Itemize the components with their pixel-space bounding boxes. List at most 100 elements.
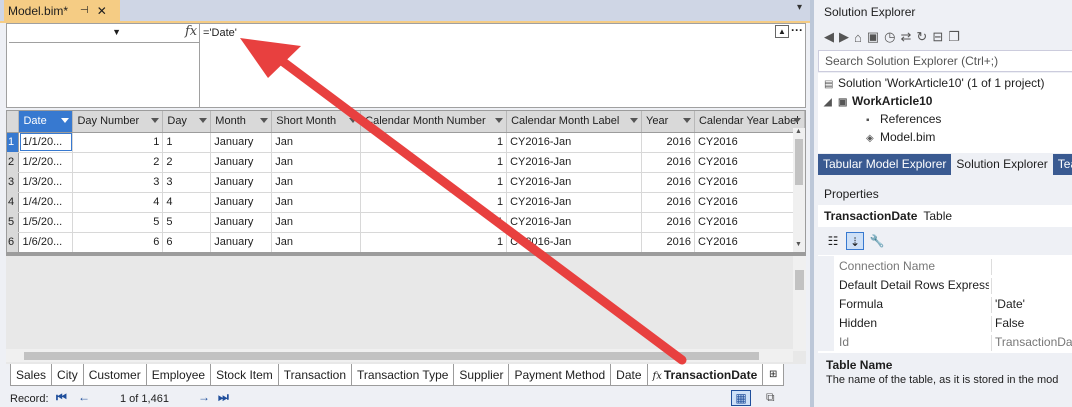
table-cell[interactable]: CY2016-Jan [506, 212, 643, 233]
history-icon[interactable]: ◷ [884, 29, 895, 45]
table-cell[interactable]: January [210, 232, 273, 252]
grid-view-button[interactable]: ▦ [731, 390, 751, 406]
table-cell[interactable]: Jan [271, 152, 362, 173]
sheet-tab[interactable]: Supplier [453, 364, 510, 386]
table-cell[interactable]: 6 [162, 232, 212, 252]
table-cell[interactable]: 2016 [641, 152, 695, 173]
tree-item-model-bim[interactable]: ◈ Model.bim [866, 130, 935, 144]
row-number[interactable]: 1 [7, 132, 20, 153]
table-cell[interactable]: January [210, 132, 273, 153]
explorer-tab[interactable]: Tabular Model Explorer [818, 154, 951, 175]
table-cell[interactable]: January [210, 152, 273, 173]
expand-icon[interactable]: ◢ [824, 97, 838, 108]
filter-dropdown-icon[interactable] [151, 118, 160, 123]
sheet-tab[interactable]: Employee [145, 364, 212, 386]
table-cell[interactable]: 4 [72, 192, 164, 213]
property-value[interactable] [991, 259, 1072, 275]
scroll-down-icon[interactable]: ▼ [795, 241, 802, 248]
refresh-icon[interactable]: ↻ [916, 29, 927, 45]
horizontal-scrollbar[interactable] [6, 349, 793, 362]
table-cell[interactable]: 1 [360, 132, 508, 153]
sheet-tab[interactable]: Transaction Type [351, 364, 455, 386]
property-pages-icon[interactable]: 🔧 [868, 232, 886, 250]
table-cell[interactable]: CY2016 [694, 152, 805, 173]
column-header[interactable]: Date [18, 111, 74, 133]
property-row[interactable]: Default Detail Rows Expressi [818, 275, 1072, 294]
table-cell[interactable]: 6 [72, 232, 164, 252]
pin-icon[interactable]: ⊣ [80, 5, 89, 16]
table-row[interactable]: 4 1/4/20... 4 4 January Jan 1 CY2016-Jan 2016 CY2… [7, 192, 805, 213]
table-cell[interactable]: 2016 [641, 232, 695, 252]
more-icon[interactable]: ··· [791, 23, 803, 37]
table-cell[interactable]: 1 [162, 132, 212, 153]
filter-dropdown-icon[interactable] [260, 118, 269, 123]
sync-icon[interactable]: ⇄ [901, 29, 912, 45]
table-cell[interactable]: 2 [162, 152, 212, 173]
table-cell[interactable]: January [210, 192, 273, 213]
table-cell[interactable]: 2016 [641, 192, 695, 213]
column-header[interactable]: Year [641, 111, 695, 133]
row-number[interactable]: 4 [7, 192, 20, 213]
column-header[interactable]: Calendar Year Label [694, 111, 805, 133]
table-cell[interactable]: CY2016-Jan [506, 192, 643, 213]
explorer-tab[interactable]: Solution Explorer [951, 154, 1053, 175]
sheet-tab[interactable]: Stock Item [210, 364, 279, 386]
table-cell[interactable]: 1 [360, 192, 508, 213]
sheet-tab[interactable]: Sales [10, 364, 53, 386]
table-cell[interactable]: 1/1/20... [18, 132, 74, 153]
property-value[interactable]: 'Date' [991, 297, 1072, 313]
add-table-icon[interactable]: ⊞ [762, 364, 785, 386]
first-record-icon[interactable]: ⏮ [56, 390, 67, 405]
fx-icon[interactable]: fx [185, 24, 197, 39]
property-row[interactable]: Id TransactionDate [818, 332, 1072, 351]
table-cell[interactable]: Jan [271, 212, 362, 233]
next-record-icon[interactable]: → [198, 390, 210, 404]
table-cell[interactable]: 1 [72, 132, 164, 153]
measure-grid[interactable] [6, 256, 806, 364]
forward-icon[interactable]: ▶ [839, 29, 849, 45]
table-row[interactable]: 1 1/1/20... 1 1 January Jan 1 CY2016-Jan 2016 CY2… [7, 132, 805, 153]
document-tab-model-bim[interactable]: Model.bim* ⊣ ✕ [4, 0, 120, 21]
table-cell[interactable]: 1/4/20... [18, 192, 74, 213]
filter-dropdown-icon[interactable] [349, 118, 358, 123]
sheet-tab[interactable]: Customer [82, 364, 147, 386]
column-header[interactable]: Month [210, 111, 273, 133]
table-cell[interactable]: CY2016 [694, 172, 805, 193]
tree-item-solution[interactable]: ▤ Solution 'WorkArticle10' (1 of 1 projec… [824, 76, 1044, 90]
table-cell[interactable]: Jan [271, 172, 362, 193]
categorized-icon[interactable]: ☷ [824, 232, 842, 250]
table-row[interactable]: 3 1/3/20... 3 3 January Jan 1 CY2016-Jan 2016 CY2… [7, 172, 805, 193]
row-number[interactable]: 6 [7, 232, 20, 252]
property-row[interactable]: Connection Name [818, 256, 1072, 275]
close-icon[interactable]: ✕ [97, 4, 107, 18]
grid-vertical-scrollbar[interactable]: ▲ ▼ [793, 128, 805, 252]
table-cell[interactable]: 1/6/20... [18, 232, 74, 252]
table-cell[interactable]: Jan [271, 132, 362, 153]
table-row[interactable]: 5 1/5/20... 5 5 January Jan 1 CY2016-Jan 2016 CY2… [7, 212, 805, 233]
table-cell[interactable]: 3 [162, 172, 212, 193]
sheet-tab[interactable]: Payment Method [508, 364, 612, 386]
column-header[interactable]: Day Number [72, 111, 164, 133]
select-all-corner[interactable] [7, 111, 20, 133]
alphabetical-icon[interactable]: ⇣ [846, 232, 864, 250]
collapse-formula-icon[interactable]: ▲ [775, 25, 789, 38]
table-cell[interactable]: January [210, 172, 273, 193]
table-cell[interactable]: 2 [72, 152, 164, 173]
table-cell[interactable]: CY2016-Jan [506, 152, 643, 173]
chevron-down-icon[interactable]: ▼ [112, 27, 121, 37]
table-cell[interactable]: 1/2/20... [18, 152, 74, 173]
table-cell[interactable]: CY2016 [694, 232, 805, 252]
scroll-thumb[interactable] [795, 139, 803, 185]
table-cell[interactable]: CY2016-Jan [506, 132, 643, 153]
filter-dropdown-icon[interactable] [630, 118, 639, 123]
property-value[interactable] [991, 278, 1072, 294]
switch-views-icon[interactable]: ▣ [867, 29, 879, 45]
measure-selector[interactable]: ▼ [9, 26, 199, 43]
column-header[interactable]: Short Month [271, 111, 362, 133]
table-cell[interactable]: 2016 [641, 172, 695, 193]
table-cell[interactable]: CY2016 [694, 132, 805, 153]
filter-dropdown-icon[interactable] [199, 118, 208, 123]
diagram-view-button[interactable]: ⧉ [766, 390, 775, 405]
table-cell[interactable]: Jan [271, 192, 362, 213]
measure-vertical-scrollbar[interactable] [793, 256, 806, 351]
